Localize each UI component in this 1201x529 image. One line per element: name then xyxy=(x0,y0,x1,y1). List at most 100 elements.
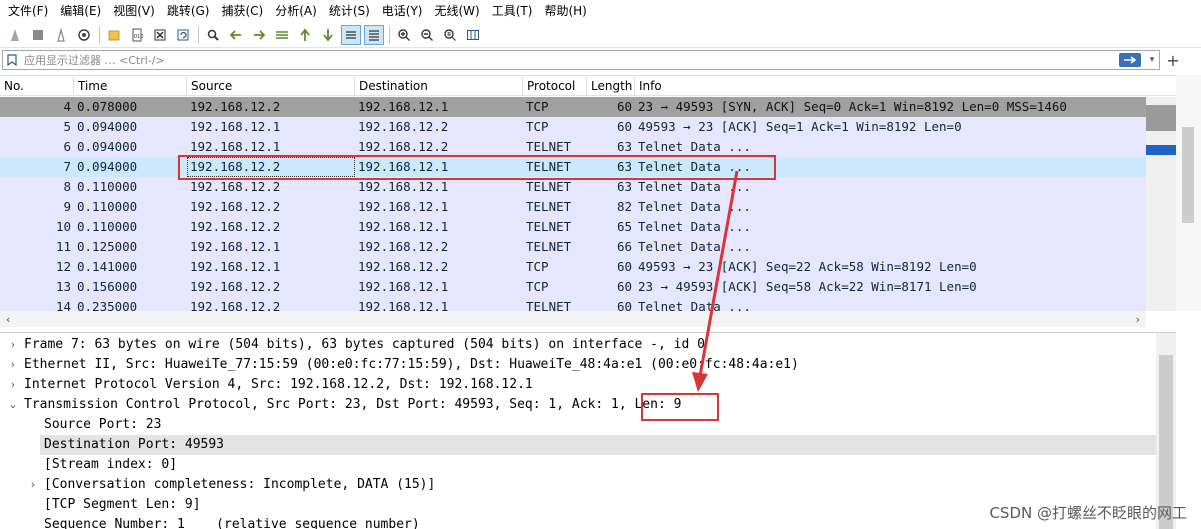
column-header-no[interactable]: No. xyxy=(0,76,74,96)
filter-bookmark-icon[interactable] xyxy=(3,51,21,69)
column-header-destination[interactable]: Destination xyxy=(355,76,523,96)
column-header-source[interactable]: Source xyxy=(187,76,355,96)
first-packet-icon[interactable] xyxy=(295,25,315,45)
details-scrollbar[interactable] xyxy=(1156,333,1176,529)
cell-protocol: TCP xyxy=(526,259,549,274)
detail-field-row[interactable]: [TCP Segment Len: 9] xyxy=(0,495,1156,515)
packet-row[interactable]: 12 0.141000 192.168.12.1 192.168.12.2 TCP 60 4… xyxy=(0,257,1146,277)
menu-file[interactable]: 文件(F) xyxy=(3,0,53,22)
detail-field-row[interactable]: Sequence Number: 1 (relative sequence nu… xyxy=(0,515,1156,529)
cell-no: 13 xyxy=(55,279,71,294)
detail-protocol-row[interactable]: ⌄ Transmission Control Protocol, Src Port… xyxy=(0,395,1156,415)
cell-source: 192.168.12.1 xyxy=(190,139,281,154)
cell-destination: 192.168.12.1 xyxy=(358,179,449,194)
zoom-out-icon[interactable] xyxy=(417,25,437,45)
menu-bar: 文件(F) 编辑(E) 视图(V) 跳转(G) 捕获(C) 分析(A) 统计(S… xyxy=(0,0,1201,22)
packet-row[interactable]: 13 0.156000 192.168.12.2 192.168.12.1 TCP 60 2… xyxy=(0,277,1146,297)
scroll-right-chevron-icon[interactable]: › xyxy=(1136,313,1140,326)
open-file-icon[interactable] xyxy=(104,25,124,45)
menu-tools[interactable]: 工具(T) xyxy=(487,0,538,22)
minimap-scrollbar-thumb[interactable] xyxy=(1182,127,1194,223)
packet-row[interactable]: 8 0.110000 192.168.12.2 192.168.12.1 TELNET 6… xyxy=(0,177,1146,197)
find-icon[interactable] xyxy=(203,25,223,45)
expand-chevron-right-icon[interactable]: › xyxy=(8,335,18,355)
packet-row[interactable]: 5 0.094000 192.168.12.1 192.168.12.2 TCP 60 49… xyxy=(0,117,1146,137)
stop-square-icon[interactable] xyxy=(28,25,48,45)
detail-protocol-row[interactable]: › Frame 7: 63 bytes on wire (504 bits), 6… xyxy=(0,335,1156,355)
resize-columns-icon[interactable] xyxy=(463,25,483,45)
detail-text: Ethernet II, Src: HuaweiTe_77:15:59 (00:… xyxy=(24,357,799,372)
packet-row[interactable]: 6 0.094000 192.168.12.1 192.168.12.2 TELNET 6… xyxy=(0,137,1146,157)
packet-row[interactable]: 10 0.110000 192.168.12.2 192.168.12.1 TELNET… xyxy=(0,217,1146,237)
file-icon[interactable]: 010 xyxy=(127,25,147,45)
last-packet-icon[interactable] xyxy=(318,25,338,45)
detail-text: Sequence Number: 1 (relative sequence nu… xyxy=(44,517,420,529)
capture-options-icon[interactable] xyxy=(74,25,94,45)
colorize-icon[interactable] xyxy=(364,24,384,45)
apply-filter-arrow-icon[interactable] xyxy=(1119,53,1141,67)
detail-protocol-row[interactable]: › Ethernet II, Src: HuaweiTe_77:15:59 (00… xyxy=(0,355,1156,375)
column-header-protocol[interactable]: Protocol xyxy=(523,76,587,96)
back-arrow-icon[interactable] xyxy=(226,25,246,45)
reload-icon[interactable] xyxy=(173,25,193,45)
forward-arrow-icon[interactable] xyxy=(249,25,269,45)
cell-time: 0.235000 xyxy=(77,299,138,311)
filter-history-chevron-down-icon[interactable]: ▾ xyxy=(1145,51,1159,69)
scroll-left-chevron-icon[interactable]: ‹ xyxy=(6,313,10,326)
autoscroll-icon[interactable] xyxy=(341,24,361,45)
detail-field-row[interactable]: › [Conversation completeness: Incomplete,… xyxy=(0,475,1156,495)
menu-analyze[interactable]: 分析(A) xyxy=(270,0,322,22)
detail-field-row[interactable]: Destination Port: 49593 xyxy=(40,435,1156,455)
packet-list-scrollbar[interactable] xyxy=(1146,97,1176,311)
expand-chevron-right-icon[interactable]: › xyxy=(8,375,18,395)
normal-size-icon[interactable] xyxy=(440,25,460,45)
display-filter-bar: ▾ xyxy=(2,50,1160,70)
detail-text: Transmission Control Protocol, Src Port:… xyxy=(24,397,682,412)
shark-fin-start-icon[interactable] xyxy=(5,25,25,45)
column-header-info[interactable]: Info xyxy=(635,76,1146,96)
cell-source: 192.168.12.2 xyxy=(190,199,281,214)
menu-telephony[interactable]: 电话(Y) xyxy=(377,0,428,22)
packet-row[interactable]: 9 0.110000 192.168.12.2 192.168.12.1 TELNET 8… xyxy=(0,197,1146,217)
packet-row[interactable]: 11 0.125000 192.168.12.1 192.168.12.2 TELNET… xyxy=(0,237,1146,257)
cell-protocol: TCP xyxy=(526,99,549,114)
column-header-time[interactable]: Time xyxy=(74,76,187,96)
menu-statistics[interactable]: 统计(S) xyxy=(324,0,375,22)
detail-field-row[interactable]: [Stream index: 0] xyxy=(0,455,1156,475)
menu-go[interactable]: 跳转(G) xyxy=(162,0,215,22)
packet-details-pane: › Frame 7: 63 bytes on wire (504 bits), 6… xyxy=(0,332,1176,529)
packet-list-body: 4 0.078000 192.168.12.2 192.168.12.1 TCP 60 23… xyxy=(0,97,1176,311)
menu-capture[interactable]: 捕获(C) xyxy=(216,0,268,22)
packet-list-horizontal-scrollbar[interactable]: ‹ › xyxy=(0,311,1146,327)
cell-source: 192.168.12.2 xyxy=(190,299,281,311)
expand-chevron-right-icon[interactable]: › xyxy=(8,355,18,375)
menu-view[interactable]: 视图(V) xyxy=(108,0,160,22)
toolbar-separator xyxy=(99,25,100,44)
restart-fin-icon[interactable] xyxy=(51,25,71,45)
cell-length: 82 xyxy=(616,199,632,214)
packet-row[interactable]: 4 0.078000 192.168.12.2 192.168.12.1 TCP 60 23… xyxy=(0,97,1146,117)
menu-help[interactable]: 帮助(H) xyxy=(539,0,591,22)
detail-text: Internet Protocol Version 4, Src: 192.16… xyxy=(24,377,533,392)
menu-wireless[interactable]: 无线(W) xyxy=(430,0,485,22)
detail-text: Source Port: 23 xyxy=(44,417,162,432)
column-header-length[interactable]: Length xyxy=(587,76,635,96)
display-filter-input[interactable] xyxy=(21,51,1119,69)
detail-field-row[interactable]: Source Port: 23 xyxy=(0,415,1156,435)
expand-chevron-right-icon[interactable]: › xyxy=(28,475,38,495)
minimap-scrollbar[interactable] xyxy=(1176,75,1201,311)
menu-edit[interactable]: 编辑(E) xyxy=(55,0,106,22)
add-filter-button-plus-icon[interactable]: + xyxy=(1163,50,1183,70)
detail-protocol-row[interactable]: › Internet Protocol Version 4, Src: 192.1… xyxy=(0,375,1156,395)
close-file-icon[interactable] xyxy=(150,25,170,45)
cell-source: 192.168.12.1 xyxy=(190,119,281,134)
cell-protocol: TELNET xyxy=(526,139,572,154)
scrollbar-thumb[interactable] xyxy=(1146,105,1176,131)
zoom-in-icon[interactable] xyxy=(394,25,414,45)
go-to-packet-icon[interactable] xyxy=(272,25,292,45)
cell-length: 60 xyxy=(616,99,632,114)
toolbar-separator xyxy=(198,25,199,44)
expand-chevron-down-icon[interactable]: ⌄ xyxy=(8,395,18,415)
packet-row[interactable]: 14 0.235000 192.168.12.2 192.168.12.1 TELNET… xyxy=(0,297,1146,311)
cell-destination: 192.168.12.2 xyxy=(358,119,449,134)
